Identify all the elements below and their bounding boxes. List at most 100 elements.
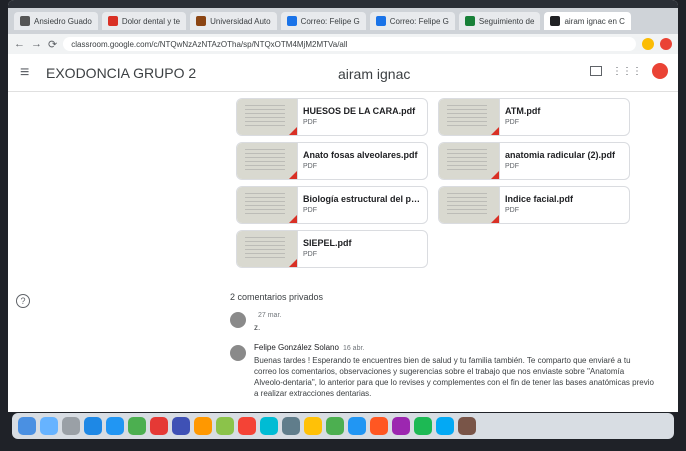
word-icon[interactable] — [348, 417, 366, 435]
finder-icon[interactable] — [18, 417, 36, 435]
student-name: airam ignac — [338, 66, 411, 82]
comment-author: 27 mar. — [254, 310, 281, 319]
file-name: Anato fosas alveolares.pdf — [303, 150, 418, 160]
file-thumbnail — [439, 187, 500, 223]
tab-label: Universidad Auto — [210, 16, 271, 26]
file-thumbnail — [439, 99, 500, 135]
safari-icon[interactable] — [84, 417, 102, 435]
file-name: SIEPEL.pdf — [303, 238, 352, 248]
comment-date: 16 abr. — [342, 345, 365, 352]
spotify-icon[interactable] — [414, 417, 432, 435]
file-card[interactable]: Biología estructural del pe... PDF — [236, 186, 428, 224]
tab-label: Correo: Felipe G — [300, 16, 360, 26]
skype-icon[interactable] — [436, 417, 454, 435]
browser-toolbar: ← → ⟳ classroom.google.com/c/NTQwNzAzNTA… — [8, 34, 678, 54]
favicon-icon — [20, 16, 30, 26]
header-actions: ⋮⋮⋮ — [590, 63, 668, 79]
comment-text: Buenas tardes ! Esperando te encuentres … — [254, 356, 654, 398]
url-text: classroom.google.com/c/NTQwNzAzNTAzOTha/… — [71, 39, 348, 49]
back-icon[interactable]: ← — [14, 38, 25, 50]
tab-label: Seguimiento de — [478, 16, 535, 26]
file-card[interactable]: HUESOS DE LA CARA.pdf PDF — [236, 98, 428, 136]
macos-dock — [12, 413, 674, 439]
profile-icon[interactable] — [660, 38, 672, 50]
reload-icon[interactable]: ⟳ — [48, 38, 57, 51]
favicon-icon — [550, 16, 561, 26]
address-bar[interactable]: classroom.google.com/c/NTQwNzAzNTAzOTha/… — [63, 37, 636, 51]
browser-tab[interactable]: Dolor dental y te — [101, 12, 187, 30]
notes-icon[interactable] — [194, 417, 212, 435]
apps-grid-icon[interactable]: ⋮⋮⋮ — [612, 66, 642, 77]
file-thumbnail — [439, 143, 500, 179]
file-card[interactable]: Indice facial.pdf PDF — [438, 186, 630, 224]
music-icon[interactable] — [238, 417, 256, 435]
browser-tab-active[interactable]: airam ignac en C — [544, 12, 631, 30]
file-type: PDF — [303, 163, 317, 170]
browser-window: Ansiedro Guado Dolor dental y te Univers… — [8, 0, 678, 412]
file-name: ATM.pdf — [505, 106, 541, 116]
file-name: anatomia radicular (2).pdf — [505, 150, 616, 160]
help-icon[interactable]: ? — [16, 294, 30, 308]
browser-tab[interactable]: Universidad Auto — [190, 12, 277, 30]
file-name: HUESOS DE LA CARA.pdf — [303, 106, 416, 116]
bookmark-star-icon[interactable] — [642, 38, 654, 50]
tab-label: Correo: Felipe G — [389, 16, 449, 26]
comment-date: 27 mar. — [258, 312, 282, 319]
file-card[interactable]: SIEPEL.pdf PDF — [236, 230, 428, 268]
file-type: PDF — [303, 119, 317, 126]
browser-tab-bar: Ansiedro Guado Dolor dental y te Univers… — [8, 8, 678, 34]
file-card[interactable]: anatomia radicular (2).pdf PDF — [438, 142, 630, 180]
powerpoint-icon[interactable] — [370, 417, 388, 435]
file-type: PDF — [303, 207, 317, 214]
comment-author: Felipe González Solano 16 abr. — [254, 343, 365, 352]
forward-icon[interactable]: → — [31, 38, 42, 50]
file-type: PDF — [303, 251, 317, 258]
settings-icon[interactable] — [282, 417, 300, 435]
comment-avatar — [230, 345, 246, 361]
account-avatar[interactable] — [652, 63, 668, 79]
file-card[interactable]: Anato fosas alveolares.pdf PDF — [236, 142, 428, 180]
mail-dock-icon[interactable] — [106, 417, 124, 435]
class-title[interactable]: EXODONCIA GRUPO 2 — [46, 65, 196, 81]
macos-menubar — [8, 0, 678, 8]
file-thumbnail — [237, 231, 298, 267]
browser-tab[interactable]: Seguimiento de — [458, 12, 541, 30]
tab-label: Dolor dental y te — [121, 16, 181, 26]
student-work-panel: HUESOS DE LA CARA.pdf PDF ATM.pdf PDF An… — [8, 92, 678, 412]
chrome-icon[interactable] — [304, 417, 322, 435]
siri-icon[interactable] — [40, 417, 58, 435]
mail-icon[interactable] — [590, 66, 602, 76]
file-type: PDF — [505, 207, 519, 214]
private-comments-label: 2 comentarios privados — [230, 292, 324, 302]
trash-icon[interactable] — [458, 417, 476, 435]
favicon-icon — [375, 16, 386, 26]
favicon-icon — [464, 16, 475, 26]
file-name: Biología estructural del pe... — [303, 194, 421, 204]
menu-icon[interactable]: ≡ — [20, 64, 40, 82]
file-thumbnail — [237, 187, 298, 223]
browser-tab[interactable]: Correo: Felipe G — [280, 12, 366, 30]
appstore-icon[interactable] — [260, 417, 278, 435]
favicon-icon — [286, 16, 297, 26]
calendar-icon[interactable] — [172, 417, 190, 435]
comment-text: z. — [254, 323, 261, 332]
launchpad-icon[interactable] — [62, 417, 80, 435]
maps-icon[interactable] — [128, 417, 146, 435]
tab-label: airam ignac en C — [564, 16, 625, 26]
browser-tab[interactable]: Ansiedro Guado — [14, 12, 98, 30]
file-name: Indice facial.pdf — [505, 194, 574, 204]
favicon-icon — [107, 16, 118, 26]
excel-icon[interactable] — [326, 417, 344, 435]
photos-icon[interactable] — [150, 417, 168, 435]
file-type: PDF — [505, 119, 519, 126]
file-type: PDF — [505, 163, 519, 170]
favicon-icon — [196, 16, 207, 26]
browser-tab[interactable]: Correo: Felipe G — [369, 12, 455, 30]
tab-label: Ansiedro Guado — [34, 16, 92, 26]
messages-icon[interactable] — [216, 417, 234, 435]
file-thumbnail — [237, 143, 298, 179]
comment-avatar — [230, 312, 246, 328]
file-card[interactable]: ATM.pdf PDF — [438, 98, 630, 136]
file-thumbnail — [237, 99, 298, 135]
app-icon[interactable] — [392, 417, 410, 435]
